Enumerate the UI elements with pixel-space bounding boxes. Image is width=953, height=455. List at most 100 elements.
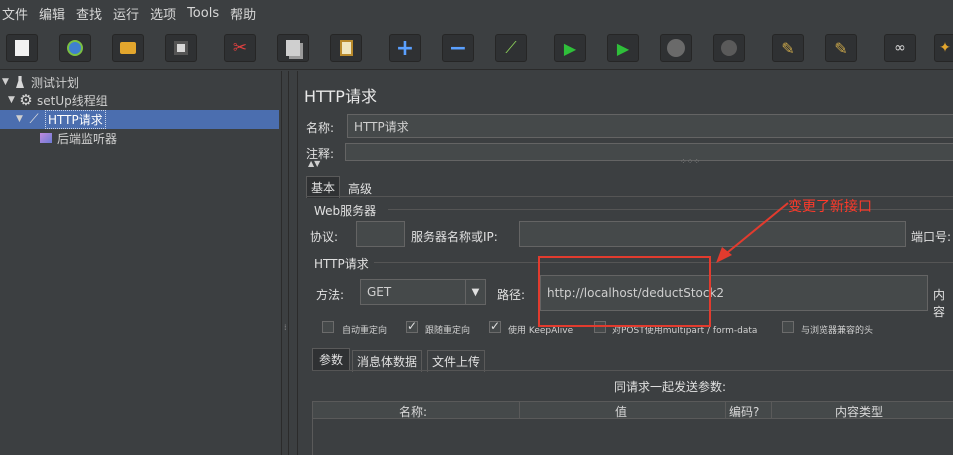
tree-item-label: HTTP请求 <box>45 109 106 129</box>
reset-search-button[interactable]: ✦ <box>934 34 953 62</box>
auto-redirect-label: 自动重定向 <box>342 326 388 336</box>
copy-icon <box>286 40 300 56</box>
minus-icon: − <box>448 35 468 61</box>
stop-icon <box>667 39 685 57</box>
tab-body-data[interactable]: 消息体数据 <box>352 350 423 372</box>
chevron-down-icon[interactable]: ▼ <box>465 280 485 304</box>
shutdown-icon <box>721 40 737 56</box>
subtab-divider <box>312 370 953 371</box>
pipette-icon: ⟋ <box>29 111 39 127</box>
collapse-divider[interactable]: ▲▼ ⁘⁘⁘ <box>304 157 953 171</box>
chart-icon <box>38 130 54 146</box>
binoculars-icon: ∞ <box>894 40 906 56</box>
open-button[interactable] <box>112 34 144 62</box>
toolbar: ✂ + − ⟋ ▶ ▶ ✎ ✎ ∞ ✦ <box>0 26 953 70</box>
scissors-icon: ✂ <box>232 38 248 58</box>
reset-search-icon: ✦ <box>939 40 951 56</box>
expand-arrow-icon[interactable]: ▼ <box>8 95 18 105</box>
expand-all-button[interactable]: + <box>389 34 421 62</box>
tree-item-test-plan[interactable]: ▼ 测试计划 <box>2 73 79 91</box>
tab-basic[interactable]: 基本 <box>306 176 341 198</box>
tree-item-label: 后端监听器 <box>57 131 118 146</box>
menu-edit[interactable]: 编辑 <box>39 4 65 23</box>
menu-file[interactable]: 文件 <box>2 4 28 23</box>
menu-options[interactable]: 选项 <box>150 4 176 23</box>
column-encode[interactable]: 编码? <box>729 403 759 420</box>
tree-item-setup-thread-group[interactable]: ▼ ⚙ setUp线程组 <box>8 91 108 109</box>
column-value[interactable]: 值 <box>615 403 627 420</box>
paste-button[interactable] <box>330 34 362 62</box>
annotation-highlight-box <box>538 256 711 327</box>
templates-button[interactable] <box>59 34 91 62</box>
broom-icon: ✎ <box>781 38 795 58</box>
collapse-all-button[interactable]: − <box>442 34 474 62</box>
name-field[interactable]: HTTP请求 <box>347 114 953 138</box>
column-separator <box>771 402 772 418</box>
menu-run[interactable]: 运行 <box>113 4 139 23</box>
comment-field[interactable] <box>345 143 953 161</box>
new-document-icon <box>15 40 29 56</box>
protocol-field[interactable] <box>356 221 405 247</box>
tab-files-upload[interactable]: 文件上传 <box>427 350 486 372</box>
divider-grip-icon: ⁘⁘⁘ <box>680 157 701 166</box>
splitter-grip-icon: ⁞ <box>284 323 287 332</box>
auto-redirect-checkbox[interactable] <box>322 321 334 333</box>
method-select[interactable]: GET ▼ <box>360 279 486 305</box>
tree-item-http-request[interactable]: ▼ ⟋ HTTP请求 <box>16 109 106 129</box>
annotation-text: 变更了新接口 <box>788 199 872 215</box>
copy-button[interactable] <box>277 34 309 62</box>
templates-icon <box>67 40 83 56</box>
collapse-arrows-icon[interactable]: ▲▼ <box>308 159 320 168</box>
follow-redirect-label: 跟随重定向 <box>425 326 471 336</box>
column-separator <box>519 402 520 418</box>
start-no-pause-button[interactable]: ▶ <box>607 34 639 62</box>
flask-icon <box>12 74 28 90</box>
stop-button[interactable] <box>660 34 692 62</box>
params-table-body[interactable] <box>312 419 953 455</box>
column-content-type[interactable]: 内容类型 <box>835 403 883 420</box>
plus-icon: + <box>395 35 415 61</box>
clipboard-icon <box>339 40 353 56</box>
menu-tools[interactable]: Tools <box>187 6 219 21</box>
expand-arrow-icon[interactable]: ▼ <box>16 114 26 124</box>
name-value: HTTP请求 <box>354 119 409 134</box>
params-table-header: 名称: 值 编码? 内容类型 <box>312 401 953 419</box>
play-icon: ▶ <box>563 38 577 58</box>
gear-icon: ⚙ <box>19 91 33 109</box>
pane-splitter[interactable]: ⁞ <box>281 71 289 455</box>
save-icon <box>174 41 188 55</box>
tab-parameters[interactable]: 参数 <box>312 348 351 370</box>
menu-help[interactable]: 帮助 <box>230 4 256 23</box>
save-button[interactable] <box>165 34 197 62</box>
method-value: GET <box>367 285 392 299</box>
menu-search[interactable]: 查找 <box>76 4 102 23</box>
expand-arrow-icon[interactable]: ▼ <box>2 77 12 87</box>
params-caption: 同请求一起发送参数: <box>614 380 727 394</box>
cut-button[interactable]: ✂ <box>224 34 256 62</box>
toggle-button[interactable]: ⟋ <box>495 34 527 62</box>
shutdown-button[interactable] <box>713 34 745 62</box>
tree-item-backend-listener[interactable]: 后端监听器 <box>38 129 117 147</box>
follow-redirect-checkbox[interactable] <box>406 319 418 333</box>
column-name[interactable]: 名称: <box>399 403 427 420</box>
search-button[interactable]: ∞ <box>884 34 916 62</box>
toggle-wand-icon: ⟋ <box>505 38 517 57</box>
tree-item-label: 测试计划 <box>31 75 80 90</box>
port-label: 端口号: <box>911 230 952 244</box>
play-no-timer-icon: ▶ <box>616 38 630 58</box>
web-server-section-label: Web服务器 <box>314 204 377 218</box>
http-request-section-label: HTTP请求 <box>314 257 369 271</box>
folder-icon <box>120 42 136 54</box>
server-label: 服务器名称或IP: <box>411 230 498 244</box>
clear-all-button[interactable]: ✎ <box>825 34 857 62</box>
start-button[interactable]: ▶ <box>554 34 586 62</box>
new-button[interactable] <box>6 34 38 62</box>
name-label: 名称: <box>306 121 335 135</box>
clear-button[interactable]: ✎ <box>772 34 804 62</box>
tree-item-label: setUp线程组 <box>37 93 108 108</box>
keepalive-checkbox[interactable] <box>489 319 501 333</box>
protocol-label: 协议: <box>310 230 339 244</box>
page-title: HTTP请求 <box>304 87 377 106</box>
browser-headers-checkbox[interactable] <box>782 321 794 333</box>
browser-headers-label: 与浏览器兼容的头 <box>801 326 874 336</box>
